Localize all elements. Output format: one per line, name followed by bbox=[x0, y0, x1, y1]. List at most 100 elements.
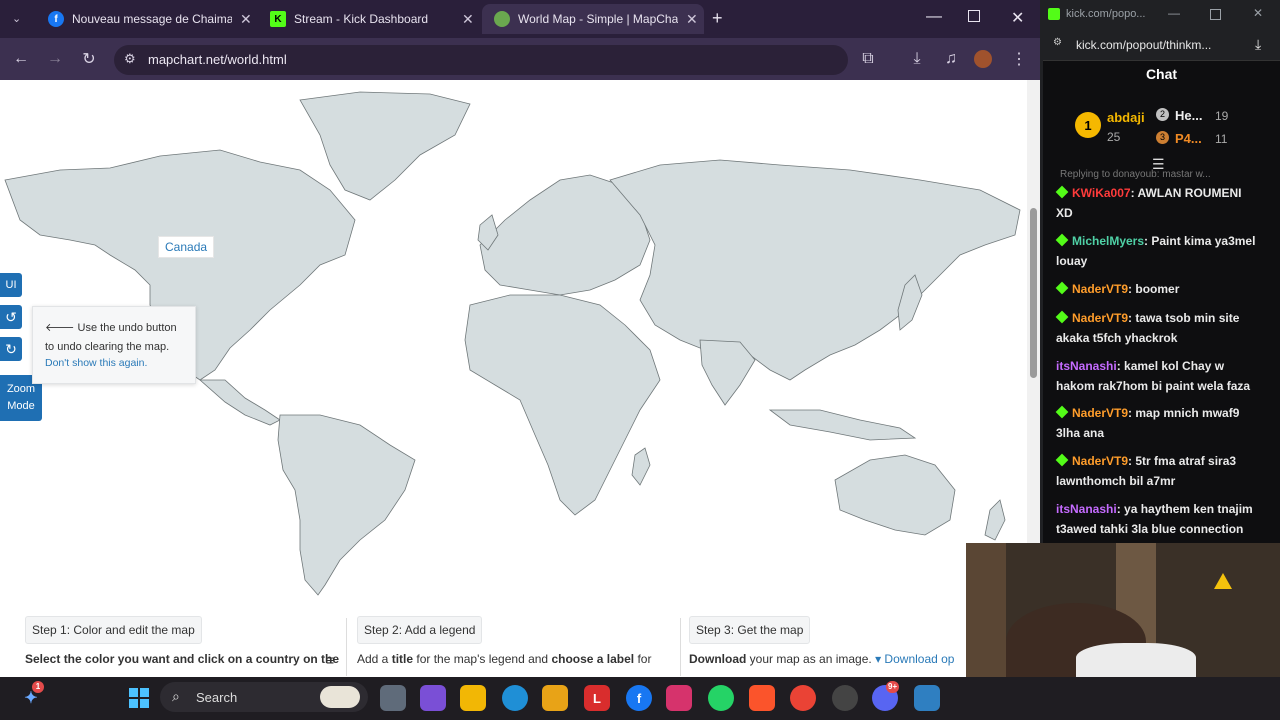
maximize-button[interactable] bbox=[1210, 9, 1221, 20]
close-icon[interactable]: ✕ bbox=[462, 11, 474, 28]
popout-title: kick.com/popo... bbox=[1066, 8, 1146, 20]
central-america bbox=[198, 379, 281, 426]
chat-username[interactable]: KWiKa007 bbox=[1072, 186, 1131, 200]
tab-search-icon[interactable]: ⌄ bbox=[12, 12, 21, 25]
tab-mapchart[interactable]: World Map - Simple | MapChart ✕ bbox=[482, 4, 704, 34]
tab-title: Stream - Kick Dashboard bbox=[294, 12, 429, 26]
country-hover-label: Canada bbox=[158, 236, 215, 258]
redo-button[interactable]: ↻ bbox=[0, 337, 22, 361]
kick-icon: K bbox=[270, 11, 286, 27]
chat-username[interactable]: itsNanashi bbox=[1056, 502, 1117, 516]
tab-kick-dashboard[interactable]: K Stream - Kick Dashboard ✕ bbox=[258, 4, 480, 34]
chat-username[interactable]: NaderVT9 bbox=[1072, 454, 1128, 468]
download-icon[interactable]: ⤓ bbox=[1255, 36, 1261, 53]
warning-sign-icon bbox=[1214, 573, 1232, 589]
chat-username[interactable]: NaderVT9 bbox=[1072, 311, 1128, 325]
chat-header: Chat bbox=[1145, 66, 1178, 82]
m365-icon[interactable] bbox=[420, 685, 446, 711]
brave-icon[interactable] bbox=[749, 685, 775, 711]
chat-message: MichelMyers: Paint kima ya3mel louay bbox=[1055, 231, 1256, 271]
media-control-icon[interactable]: ♫ bbox=[940, 48, 962, 70]
step-3-description: Download your map as an image. ▾ Downloa… bbox=[689, 652, 967, 666]
chat-username[interactable]: NaderVT9 bbox=[1072, 406, 1128, 420]
globe-icon bbox=[494, 11, 510, 27]
step-2-description: Add a title for the map's legend and cho… bbox=[357, 652, 677, 666]
download-icon[interactable]: ⤓ bbox=[906, 48, 928, 70]
app-icon[interactable] bbox=[542, 685, 568, 711]
file-explorer-icon[interactable] bbox=[460, 685, 486, 711]
forward-arrow-icon[interactable]: → bbox=[44, 48, 66, 70]
close-icon[interactable]: ✕ bbox=[686, 11, 698, 28]
ui-toggle-button[interactable]: UI bbox=[0, 273, 22, 297]
chrome-icon[interactable] bbox=[790, 685, 816, 711]
madagascar bbox=[631, 447, 651, 486]
new-tab-button[interactable]: + bbox=[712, 8, 723, 29]
app-l-icon[interactable]: L bbox=[584, 685, 610, 711]
reload-icon[interactable]: ↻ bbox=[78, 48, 100, 70]
chat-message: NaderVT9: tawa tsob min site akaka t5fch… bbox=[1055, 308, 1256, 348]
hamburger-icon[interactable]: ≡ bbox=[326, 652, 334, 668]
step-title: Step 2: Add a legend bbox=[364, 623, 476, 637]
close-window-button[interactable]: ✕ bbox=[1011, 8, 1024, 28]
leaderboard-name: P4... bbox=[1175, 131, 1202, 146]
app-icon[interactable] bbox=[914, 685, 940, 711]
notification-icon[interactable]: ✦ 1 bbox=[18, 681, 44, 711]
leaderboard-count: 25 bbox=[1107, 130, 1121, 144]
taskbar-search-box[interactable]: ⌕ Search bbox=[160, 682, 368, 712]
facebook-icon[interactable]: f bbox=[626, 685, 652, 711]
scrollbar-thumb[interactable] bbox=[1030, 208, 1037, 378]
menu-kebab-icon[interactable]: ⋮ bbox=[1008, 48, 1030, 70]
step-2-title: Step 2: Add a legend bbox=[357, 616, 483, 644]
back-arrow-icon[interactable]: ← bbox=[10, 48, 32, 70]
tab-title: World Map - Simple | MapChart bbox=[518, 12, 678, 26]
step-title: Step 3: Get the map bbox=[696, 623, 804, 637]
facebook-icon: f bbox=[48, 11, 64, 27]
popout-url: kick.com/popout/thinkm... bbox=[1076, 38, 1212, 52]
step-title: Step 1: Color and edit the map bbox=[32, 623, 195, 637]
url-text[interactable]: mapchart.net/world.html bbox=[148, 52, 287, 67]
diamond-badge-icon bbox=[1055, 233, 1069, 247]
site-info-icon: ⚙ bbox=[1053, 37, 1062, 48]
maximize-button[interactable] bbox=[968, 10, 980, 22]
whatsapp-icon[interactable] bbox=[708, 685, 734, 711]
task-view-icon[interactable] bbox=[380, 685, 406, 711]
address-bar[interactable]: ⚙ mapchart.net/world.html bbox=[114, 45, 848, 75]
download-options-link[interactable]: ▾ Download op bbox=[875, 652, 954, 666]
minimize-button[interactable]: — bbox=[1168, 6, 1180, 20]
leaderboard-name: abdaji bbox=[1107, 110, 1145, 125]
chat-username[interactable]: MichelMyers bbox=[1072, 234, 1144, 248]
extensions-icon[interactable]: ⧉ bbox=[857, 48, 879, 70]
new-zealand bbox=[984, 499, 1006, 541]
notification-badge: 1 bbox=[32, 681, 44, 693]
reply-hint: Replying to donayoub: mastar w... bbox=[1060, 169, 1211, 180]
diamond-badge-icon bbox=[1055, 405, 1069, 419]
search-highlight-icon bbox=[320, 686, 360, 708]
edge-icon[interactable] bbox=[502, 685, 528, 711]
india bbox=[699, 339, 756, 406]
discord-icon[interactable]: 9+ bbox=[872, 681, 900, 711]
obs-icon[interactable] bbox=[832, 685, 858, 711]
tab-strip: ⌄ f Nouveau message de Chaima c ✕ K Stre… bbox=[0, 0, 1040, 38]
instagram-icon[interactable] bbox=[666, 685, 692, 711]
close-window-button[interactable]: ✕ bbox=[1253, 6, 1263, 20]
chat-username[interactable]: NaderVT9 bbox=[1072, 282, 1128, 296]
site-info-icon[interactable]: ⚙ bbox=[124, 51, 136, 67]
tab-facebook[interactable]: f Nouveau message de Chaima c ✕ bbox=[36, 4, 258, 34]
indonesia bbox=[768, 409, 917, 441]
diamond-badge-icon bbox=[1055, 453, 1069, 467]
chat-message: NaderVT9: boomer bbox=[1055, 279, 1256, 299]
close-icon[interactable]: ✕ bbox=[240, 11, 252, 28]
curtain bbox=[966, 543, 1006, 680]
windows-start-icon[interactable] bbox=[126, 685, 152, 711]
minimize-button[interactable]: — bbox=[926, 8, 942, 26]
profile-avatar[interactable] bbox=[974, 50, 992, 68]
undo-button[interactable]: ↺ bbox=[0, 305, 22, 329]
discord-badge: 9+ bbox=[886, 681, 900, 693]
dont-show-again-link[interactable]: Don't show this again. bbox=[45, 357, 147, 369]
step-3-title: Step 3: Get the map bbox=[689, 616, 811, 644]
divider bbox=[680, 618, 681, 676]
diamond-badge-icon bbox=[1055, 281, 1069, 295]
chat-username[interactable]: itsNanashi bbox=[1056, 359, 1117, 373]
chat-text: : boomer bbox=[1128, 282, 1180, 296]
tab-title: Nouveau message de Chaima c bbox=[72, 12, 232, 26]
